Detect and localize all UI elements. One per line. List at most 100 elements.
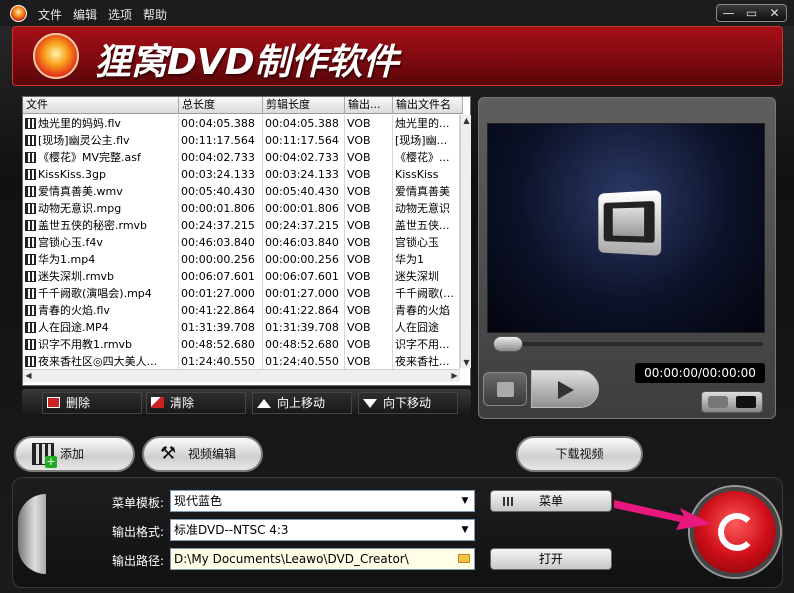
folder-icon[interactable]	[458, 554, 470, 563]
scroll-up-icon[interactable]: ▲	[461, 115, 472, 126]
stop-button[interactable]	[483, 372, 527, 406]
table-row[interactable]: 华为1.mp4 00:00:00.256 00:00:00.256 VOB 华为1	[23, 251, 460, 268]
chevron-down-icon[interactable]: ▼	[456, 491, 474, 511]
table-cell: 00:24:37.215	[263, 217, 345, 234]
clear-label: 清除	[170, 396, 195, 410]
table-cell: 千千阙歌(...	[393, 285, 460, 302]
cell-text: 00:24:37.215	[181, 219, 255, 232]
output-format-label: 输出格式:	[111, 525, 164, 539]
scroll-down-icon[interactable]: ▼	[461, 357, 472, 368]
clear-icon	[151, 397, 164, 408]
table-cell: VOB	[345, 200, 393, 217]
column-output-format[interactable]: 输出...	[345, 97, 393, 114]
table-row[interactable]: 宫锁心玉.f4v 00:46:03.840 00:46:03.840 VOB 宫锁心玉	[23, 234, 460, 251]
move-down-label: 向下移动	[383, 396, 432, 410]
table-row[interactable]: 烛光里的妈妈.flv 00:04:05.388 00:04:05.388 VOB 烛光里…	[23, 115, 460, 132]
cell-text: VOB	[347, 219, 371, 232]
cell-text: VOB	[347, 202, 371, 215]
table-cell: 《樱花》MV完整.asf	[23, 149, 179, 166]
column-output-name[interactable]: 输出文件名	[393, 97, 463, 114]
film-file-icon	[25, 186, 36, 197]
play-button[interactable]	[531, 370, 599, 408]
output-format-select[interactable]: 标准DVD--NTSC 4:3 ▼	[170, 519, 475, 541]
download-video-button[interactable]: 下载视频	[516, 436, 643, 472]
minimize-button[interactable]: —	[717, 5, 740, 21]
seek-bar[interactable]	[493, 342, 763, 346]
cell-text: 00:46:03.840	[181, 236, 255, 249]
horizontal-scrollbar[interactable]: ◀ ▶	[23, 369, 460, 382]
menu-button[interactable]: 菜单	[490, 490, 612, 512]
menu-options[interactable]: 选项	[108, 6, 132, 23]
menu-edit[interactable]: 编辑	[73, 6, 97, 23]
cell-text: 00:06:07.601	[265, 270, 339, 283]
delete-button[interactable]: 删除	[42, 392, 142, 414]
scroll-right-icon[interactable]: ▶	[449, 370, 460, 381]
table-row[interactable]: 夜来香社区◎四大美人... 01:24:40.550 01:24:40.550 VOB…	[23, 353, 460, 369]
cell-text: 00:04:02.733	[265, 151, 339, 164]
move-down-button[interactable]: 向下移动	[358, 392, 458, 414]
table-row[interactable]: 人在囧途.MP4 01:31:39.708 01:31:39.708 VOB 人在囧途	[23, 319, 460, 336]
table-cell: VOB	[345, 251, 393, 268]
table-cell: VOB	[345, 166, 393, 183]
output-path-label: 输出路径:	[111, 554, 164, 568]
column-clip-length[interactable]: 剪辑长度	[263, 97, 345, 114]
column-total-length[interactable]: 总长度	[179, 97, 263, 114]
cell-text: 00:01:27.000	[181, 287, 255, 300]
table-cell: 00:04:02.733	[263, 149, 345, 166]
table-cell: VOB	[345, 285, 393, 302]
cell-text: 识字不用...	[395, 338, 450, 351]
table-row[interactable]: [现场]幽灵公主.flv 00:11:17.564 00:11:17.564 VOB […	[23, 132, 460, 149]
table-row[interactable]: 青春的火焰.flv 00:41:22.864 00:41:22.864 VOB 青春的火…	[23, 302, 460, 319]
cell-text: 01:31:39.708	[265, 321, 339, 334]
table-cell: 01:24:40.550	[179, 353, 263, 369]
open-button[interactable]: 打开	[490, 548, 612, 570]
column-file[interactable]: 文件	[23, 97, 179, 114]
menu-help[interactable]: 帮助	[143, 6, 167, 23]
cell-text: 人在囧途	[395, 321, 439, 334]
table-cell: [现场]幽...	[393, 132, 460, 149]
table-cell: VOB	[345, 183, 393, 200]
cell-text: VOB	[347, 338, 371, 351]
table-cell: 夜来香社...	[393, 353, 460, 369]
table-row[interactable]: 迷失深圳.rmvb 00:06:07.601 00:06:07.601 VOB 迷失深圳	[23, 268, 460, 285]
cell-text: 千千阙歌(...	[395, 287, 454, 300]
table-row[interactable]: 动物无意识.mpg 00:00:01.806 00:00:01.806 VOB 动物无意…	[23, 200, 460, 217]
cell-text: 人在囧途.MP4	[38, 321, 109, 334]
clear-button[interactable]: 清除	[146, 392, 246, 414]
table-cell: VOB	[345, 353, 393, 369]
table-cell: 迷失深圳	[393, 268, 460, 285]
table-row[interactable]: 盖世五侠的秘密.rmvb 00:24:37.215 00:24:37.215 VOB 盖…	[23, 217, 460, 234]
cell-text: VOB	[347, 151, 371, 164]
table-row[interactable]: 识字不用教1.rmvb 00:48:52.680 00:48:52.680 VOB 识字…	[23, 336, 460, 353]
camera-icon[interactable]	[708, 396, 728, 408]
move-up-button[interactable]: 向上移动	[252, 392, 352, 414]
table-row[interactable]: 千千阙歌(演唱会).mp4 00:01:27.000 00:01:27.000 VOB…	[23, 285, 460, 302]
table-row[interactable]: 爱情真善美.wmv 00:05:40.430 00:05:40.430 VOB 爱情真善…	[23, 183, 460, 200]
restore-button[interactable]: ▭	[740, 5, 763, 21]
menu-file[interactable]: 文件	[38, 6, 62, 23]
table-cell: 00:00:01.806	[263, 200, 345, 217]
cell-text: 宫锁心玉	[395, 236, 439, 249]
vertical-scrollbar[interactable]: ▲ ▼	[460, 115, 471, 368]
menu-template-select[interactable]: 现代蓝色 ▼	[170, 490, 475, 512]
table-cell: KissKiss	[393, 166, 460, 183]
table-cell: 烛光里的妈妈.flv	[23, 115, 179, 132]
table-row[interactable]: 《樱花》MV完整.asf 00:04:02.733 00:04:02.733 VOB 《…	[23, 149, 460, 166]
table-cell: 01:31:39.708	[179, 319, 263, 336]
table-row[interactable]: KissKiss.3gp 00:03:24.133 00:03:24.133 VOB K…	[23, 166, 460, 183]
close-button[interactable]: ✕	[763, 5, 786, 21]
seek-handle[interactable]	[493, 336, 523, 352]
add-button[interactable]: + 添加	[14, 436, 135, 472]
film-file-icon	[25, 203, 36, 214]
chevron-down-icon[interactable]: ▼	[456, 520, 474, 540]
table-cell: VOB	[345, 268, 393, 285]
folder-icon[interactable]	[736, 396, 756, 408]
video-edit-button[interactable]: ⚒ 视频编辑	[142, 436, 263, 472]
output-path-input[interactable]: D:\My Documents\Leawo\DVD_Creator\	[170, 548, 475, 570]
cell-text: 00:01:27.000	[265, 287, 339, 300]
table-cell: 00:03:24.133	[179, 166, 263, 183]
scroll-left-icon[interactable]: ◀	[23, 370, 34, 381]
film-file-icon	[25, 220, 36, 231]
cell-text: 夜来香社...	[395, 355, 450, 368]
output-format-value: 标准DVD--NTSC 4:3	[174, 523, 289, 537]
